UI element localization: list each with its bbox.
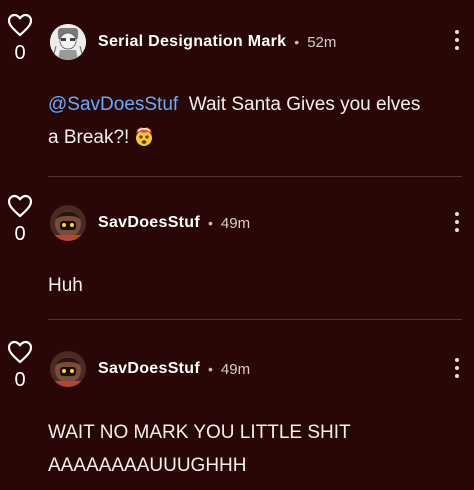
like-count: 0 bbox=[14, 223, 26, 245]
timestamp: 52m bbox=[307, 33, 337, 51]
username[interactable]: SavDoesStuf bbox=[98, 360, 200, 378]
like-count: 0 bbox=[14, 42, 26, 64]
comment-header: Serial Designation Mark • 52m bbox=[98, 33, 336, 51]
more-options-icon[interactable] bbox=[454, 30, 460, 54]
avatar[interactable] bbox=[50, 205, 86, 241]
separator-dot: • bbox=[294, 34, 300, 50]
like-count: 0 bbox=[14, 369, 26, 391]
comment-item: 0 SavDoesStuf • 49m WAIT NO MARK YOU LIT… bbox=[0, 322, 474, 490]
comment-header: SavDoesStuf • 49m bbox=[98, 214, 250, 232]
comment-divider bbox=[48, 319, 462, 320]
exploding-head-icon bbox=[136, 127, 153, 146]
comment-text-line: AAAAAAAAUUUGHHH bbox=[48, 455, 247, 476]
comment-item: 0 Serial Designation Mark • 52m @SavDoes… bbox=[0, 0, 474, 180]
timestamp: 49m bbox=[220, 214, 251, 232]
heart-icon[interactable] bbox=[7, 340, 33, 364]
avatar-image bbox=[50, 205, 86, 241]
like-column: 0 bbox=[6, 13, 34, 63]
mention-link[interactable]: @SavDoesStuf bbox=[48, 94, 178, 115]
comment-feed: 0 Serial Designation Mark • 52m @SavDoes… bbox=[0, 0, 474, 490]
comment-text: Huh bbox=[48, 275, 83, 296]
comment-body: WAIT NO MARK YOU LITTLE SHIT AAAAAAAAUUU… bbox=[48, 416, 434, 482]
comment-body: Huh bbox=[48, 269, 434, 302]
avatar[interactable] bbox=[50, 24, 86, 60]
separator-dot: • bbox=[208, 215, 213, 231]
heart-icon[interactable] bbox=[7, 194, 33, 218]
username[interactable]: SavDoesStuf bbox=[98, 214, 200, 232]
more-options-icon[interactable] bbox=[454, 212, 460, 236]
separator-dot: • bbox=[208, 361, 213, 377]
username[interactable]: Serial Designation Mark bbox=[98, 33, 286, 51]
avatar-image bbox=[50, 351, 86, 387]
like-column: 0 bbox=[6, 194, 34, 244]
comment-body: @SavDoesStuf Wait Santa Gives you elves … bbox=[48, 88, 434, 154]
heart-icon[interactable] bbox=[7, 13, 33, 37]
comment-text-line: WAIT NO MARK YOU LITTLE SHIT bbox=[48, 422, 351, 443]
timestamp: 49m bbox=[220, 360, 251, 378]
like-column: 0 bbox=[6, 340, 34, 390]
more-options-icon[interactable] bbox=[454, 358, 460, 382]
comment-header: SavDoesStuf • 49m bbox=[98, 360, 250, 378]
comment-item: 0 SavDoesStuf • 49m Huh bbox=[0, 177, 474, 321]
avatar[interactable] bbox=[50, 351, 86, 387]
avatar-image bbox=[50, 24, 86, 60]
